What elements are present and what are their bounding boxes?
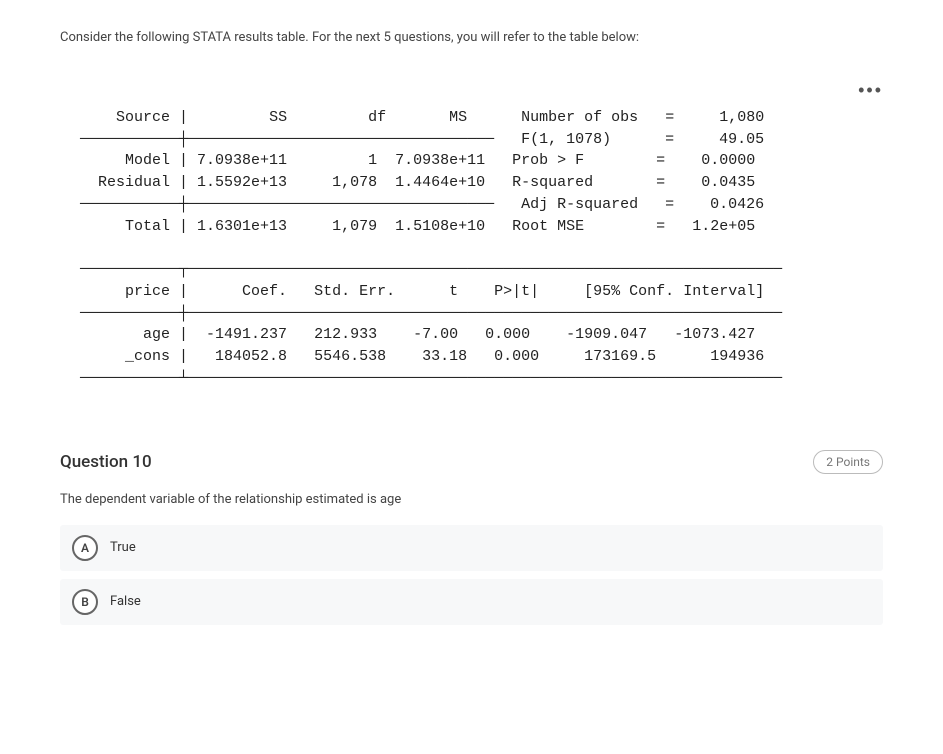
question-title: Question 10 [60, 452, 152, 472]
option-a-mark: A [72, 535, 98, 561]
option-b-mark: B [72, 589, 98, 615]
option-a[interactable]: A True [60, 525, 883, 571]
points-badge: 2 Points [813, 450, 883, 474]
more-icon[interactable]: ••• [858, 77, 883, 103]
question-text: The dependent variable of the relationsh… [60, 492, 883, 507]
option-b-label: False [110, 594, 141, 609]
option-b[interactable]: B False [60, 579, 883, 625]
stata-output: ••• Source | SS df MS Number of obs = 1,… [80, 85, 883, 390]
option-a-label: True [110, 540, 136, 555]
intro-text: Consider the following STATA results tab… [60, 30, 883, 45]
